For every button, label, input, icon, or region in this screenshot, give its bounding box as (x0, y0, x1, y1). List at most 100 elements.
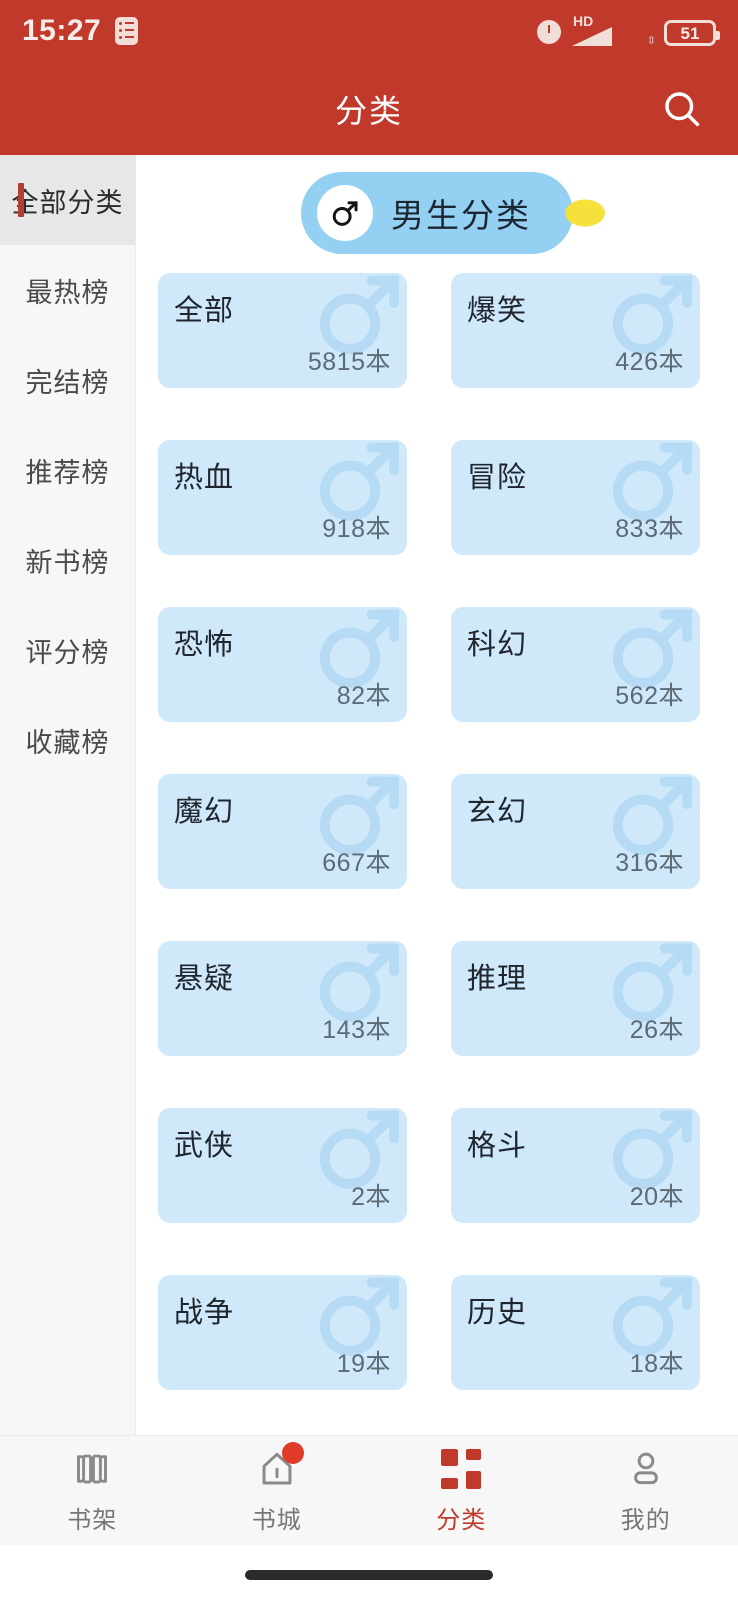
section-header-row: 男生分类 (136, 155, 738, 271)
status-bar: 15:27 HD ⇳ 51 (0, 0, 738, 62)
category-count: 143本 (322, 1016, 391, 1044)
category-card[interactable]: 历史 18本 (451, 1275, 700, 1390)
category-card[interactable]: 科幻 562本 (451, 607, 700, 722)
sidebar[interactable]: 全部分类 最热榜 完结榜 推荐榜 新书榜 评分榜 收藏榜 (0, 155, 136, 1445)
sidebar-item-hottest[interactable]: 最热榜 (0, 245, 135, 335)
category-name: 恐怖 (174, 629, 235, 661)
category-card[interactable]: 玄幻 316本 (451, 774, 700, 889)
category-count: 18本 (629, 1350, 684, 1378)
grid-cell-top-right (466, 1448, 482, 1460)
app-bar: 分类 (0, 62, 738, 155)
search-icon[interactable] (652, 79, 712, 139)
tab-label: 分类 (436, 1506, 487, 1534)
category-name: 推理 (467, 963, 528, 995)
sidebar-item-label: 评分榜 (25, 637, 110, 668)
category-count: 833本 (615, 515, 684, 543)
home-indicator (245, 1570, 493, 1580)
category-name: 武侠 (174, 1130, 235, 1162)
category-name: 历史 (467, 1297, 528, 1329)
category-count: 426本 (615, 348, 684, 376)
category-name: 魔幻 (174, 796, 235, 828)
sidebar-item-label: 新书榜 (25, 547, 110, 578)
status-bar-clock: 15:27 (22, 14, 102, 47)
category-count: 918本 (322, 515, 391, 543)
sidebar-item-all-categories[interactable]: 全部分类 (0, 155, 135, 245)
wifi-arrows-icon: ⇳ (646, 35, 656, 47)
sidebar-item-rating[interactable]: 评分榜 (0, 605, 135, 695)
category-card[interactable]: 推理 26本 (451, 941, 700, 1056)
category-card[interactable]: 悬疑 143本 (158, 941, 407, 1056)
sidebar-item-new-books[interactable]: 新书榜 (0, 515, 135, 605)
category-name: 爆笑 (467, 295, 528, 327)
bottom-navigation: 书架 书城 分类 我的 (0, 1435, 738, 1545)
battery-icon: 51 (664, 20, 720, 46)
battery-level-text: 51 (680, 23, 700, 43)
sidebar-item-favorites[interactable]: 收藏榜 (0, 695, 135, 785)
category-card[interactable]: 恐怖 82本 (158, 607, 407, 722)
sidebar-item-label: 推荐榜 (25, 457, 110, 488)
person-icon (623, 1447, 669, 1491)
status-bar-left: 15:27 (22, 14, 139, 48)
grid-icon-shape (441, 1448, 482, 1489)
category-name: 战争 (174, 1297, 235, 1329)
grid-cell-bottom-right (466, 1470, 482, 1489)
category-card[interactable]: 全部 5815本 (158, 273, 407, 388)
category-count: 562本 (615, 682, 684, 710)
category-name: 悬疑 (174, 963, 235, 995)
category-card[interactable]: 魔幻 667本 (158, 774, 407, 889)
note-icon (115, 17, 139, 45)
category-count: 667本 (322, 849, 391, 877)
tab-bookshelf[interactable]: 书架 (0, 1436, 185, 1545)
tab-profile[interactable]: 我的 (554, 1436, 738, 1545)
sidebar-item-label: 最热榜 (25, 277, 110, 308)
category-card[interactable]: 武侠 2本 (158, 1108, 407, 1223)
sidebar-item-label: 全部分类 (11, 187, 124, 218)
category-card[interactable]: 格斗 20本 (451, 1108, 700, 1223)
male-symbol-icon (317, 185, 373, 241)
category-count: 20本 (629, 1183, 684, 1211)
male-category-pill[interactable]: 男生分类 (301, 172, 605, 254)
category-name: 科幻 (467, 629, 528, 661)
app-screen: 15:27 HD ⇳ 51 分类 全部分类 最热榜 完结榜 推荐榜 新书榜 评分… (0, 0, 738, 1600)
category-count: 19本 (336, 1350, 391, 1378)
grid-icon (438, 1447, 484, 1491)
signal-bars-shape (572, 27, 612, 46)
notification-badge (281, 1441, 304, 1464)
category-count: 5815本 (307, 348, 391, 376)
tab-categories[interactable]: 分类 (369, 1436, 554, 1545)
category-card[interactable]: 爆笑 426本 (451, 273, 700, 388)
category-grid: 全部 5815本 爆笑 426本 热血 918本 冒险 833本 恐怖 82本 … (136, 271, 738, 1390)
signal-bars-icon: HD (572, 14, 612, 46)
category-count: 82本 (336, 682, 391, 710)
tab-label: 我的 (620, 1506, 671, 1534)
section-header-label: 男生分类 (391, 197, 531, 234)
tab-label: 书城 (251, 1506, 302, 1534)
tab-label: 书架 (67, 1506, 118, 1534)
bookshelf-icon (69, 1447, 115, 1491)
category-name: 热血 (174, 462, 235, 494)
content-area: 全部分类 最热榜 完结榜 推荐榜 新书榜 评分榜 收藏榜 男生分类 全部 581… (0, 155, 738, 1445)
category-name: 玄幻 (467, 796, 528, 828)
category-count: 26本 (629, 1016, 684, 1044)
sidebar-item-completed[interactable]: 完结榜 (0, 335, 135, 425)
category-panel: 男生分类 全部 5815本 爆笑 426本 热血 918本 冒险 833本 恐怖… (136, 155, 738, 1445)
wifi-icon: ⇳ (623, 21, 656, 47)
home-icon (254, 1441, 304, 1491)
status-bar-right: HD ⇳ 51 (537, 14, 720, 47)
sidebar-item-label: 收藏榜 (25, 727, 110, 758)
tab-bookstore[interactable]: 书城 (185, 1436, 370, 1545)
grid-cell-bottom-left (441, 1477, 459, 1489)
category-count: 2本 (351, 1183, 391, 1211)
sidebar-item-label: 完结榜 (25, 367, 110, 398)
category-card[interactable]: 战争 19本 (158, 1275, 407, 1390)
sidebar-item-recommended[interactable]: 推荐榜 (0, 425, 135, 515)
page-title: 分类 (334, 92, 403, 129)
category-name: 全部 (174, 295, 235, 327)
accent-dot (565, 199, 605, 227)
grid-cell-top-left (441, 1448, 459, 1466)
category-card[interactable]: 冒险 833本 (451, 440, 700, 555)
category-name: 格斗 (467, 1130, 528, 1162)
category-name: 冒险 (467, 462, 528, 494)
category-count: 316本 (615, 849, 684, 877)
category-card[interactable]: 热血 918本 (158, 440, 407, 555)
